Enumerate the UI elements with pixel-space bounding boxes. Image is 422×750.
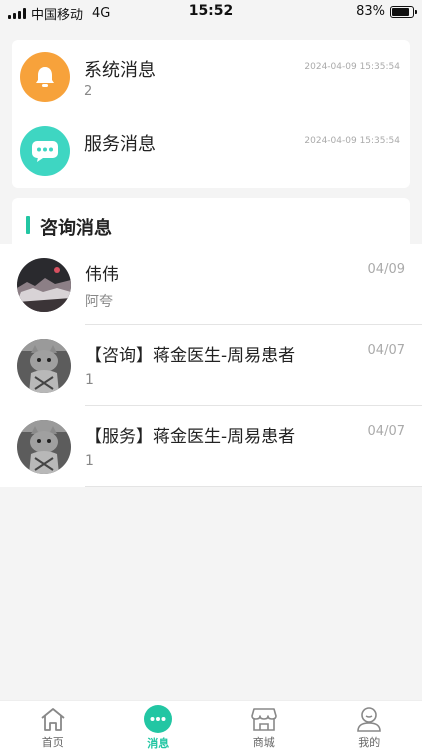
service-message-row[interactable]: 服务消息 2024-04-09 15:35:54 xyxy=(12,114,410,188)
tab-label: 商城 xyxy=(252,736,275,749)
chat-name: 【咨询】蒋金医生-周易患者 xyxy=(85,346,296,366)
chat-date: 04/07 xyxy=(367,424,405,439)
chat-preview: 1 xyxy=(85,372,94,388)
status-bar: 中国移动 4G 15:52 83% xyxy=(0,0,422,24)
divider xyxy=(85,486,422,487)
consult-chat-list: 伟伟 阿夸 04/09 【咨询】蒋金医生-周易患者 1 04/07 【服务】蒋金… xyxy=(0,244,422,487)
consult-section-header: 咨询消息 xyxy=(12,198,410,244)
shop-icon xyxy=(248,704,280,733)
tab-label: 消息 xyxy=(147,737,170,750)
chat-preview: 阿夸 xyxy=(85,294,113,310)
consult-section-title: 咨询消息 xyxy=(40,218,112,239)
tab-messages[interactable]: 消息 xyxy=(106,701,212,750)
chat-name: 【服务】蒋金医生-周易患者 xyxy=(85,427,296,447)
cat-avatar xyxy=(17,339,71,393)
system-message-time: 2024-04-09 15:35:54 xyxy=(304,62,400,72)
service-message-title: 服务消息 xyxy=(84,134,156,155)
chat-name: 伟伟 xyxy=(85,265,119,285)
bell-icon xyxy=(20,52,70,102)
tab-home[interactable]: 首页 xyxy=(0,701,106,750)
tab-label: 我的 xyxy=(358,736,381,749)
chat-preview: 1 xyxy=(85,453,94,469)
chat-item[interactable]: 伟伟 阿夸 04/09 xyxy=(0,244,422,325)
chat-date: 04/07 xyxy=(367,343,405,358)
chat-bubble-icon xyxy=(20,126,70,176)
tab-shop[interactable]: 商城 xyxy=(211,701,317,750)
system-message-row[interactable]: 系统消息 2 2024-04-09 15:35:54 xyxy=(12,40,410,114)
service-message-time: 2024-04-09 15:35:54 xyxy=(304,136,400,146)
message-icon xyxy=(142,704,174,734)
battery-percent: 83% xyxy=(356,4,385,19)
bottom-tab-bar: 首页 消息 商城 我的 xyxy=(0,700,422,750)
cat-avatar xyxy=(17,420,71,474)
profile-icon xyxy=(353,704,385,733)
battery-icon xyxy=(390,5,417,18)
landscape-avatar xyxy=(17,258,71,312)
tab-profile[interactable]: 我的 xyxy=(317,701,422,750)
system-message-count: 2 xyxy=(84,84,93,99)
chat-item[interactable]: 【咨询】蒋金医生-周易患者 1 04/07 xyxy=(0,325,422,406)
section-accent-bar xyxy=(26,216,30,234)
chat-date: 04/09 xyxy=(367,262,405,277)
home-icon xyxy=(37,704,69,733)
system-message-title: 系统消息 xyxy=(84,60,156,81)
chat-item[interactable]: 【服务】蒋金医生-周易患者 1 04/07 xyxy=(0,406,422,487)
status-right: 83% xyxy=(356,4,417,19)
system-messages-card: 系统消息 2 2024-04-09 15:35:54 服务消息 2024-04-… xyxy=(12,40,410,188)
tab-label: 首页 xyxy=(41,736,64,749)
